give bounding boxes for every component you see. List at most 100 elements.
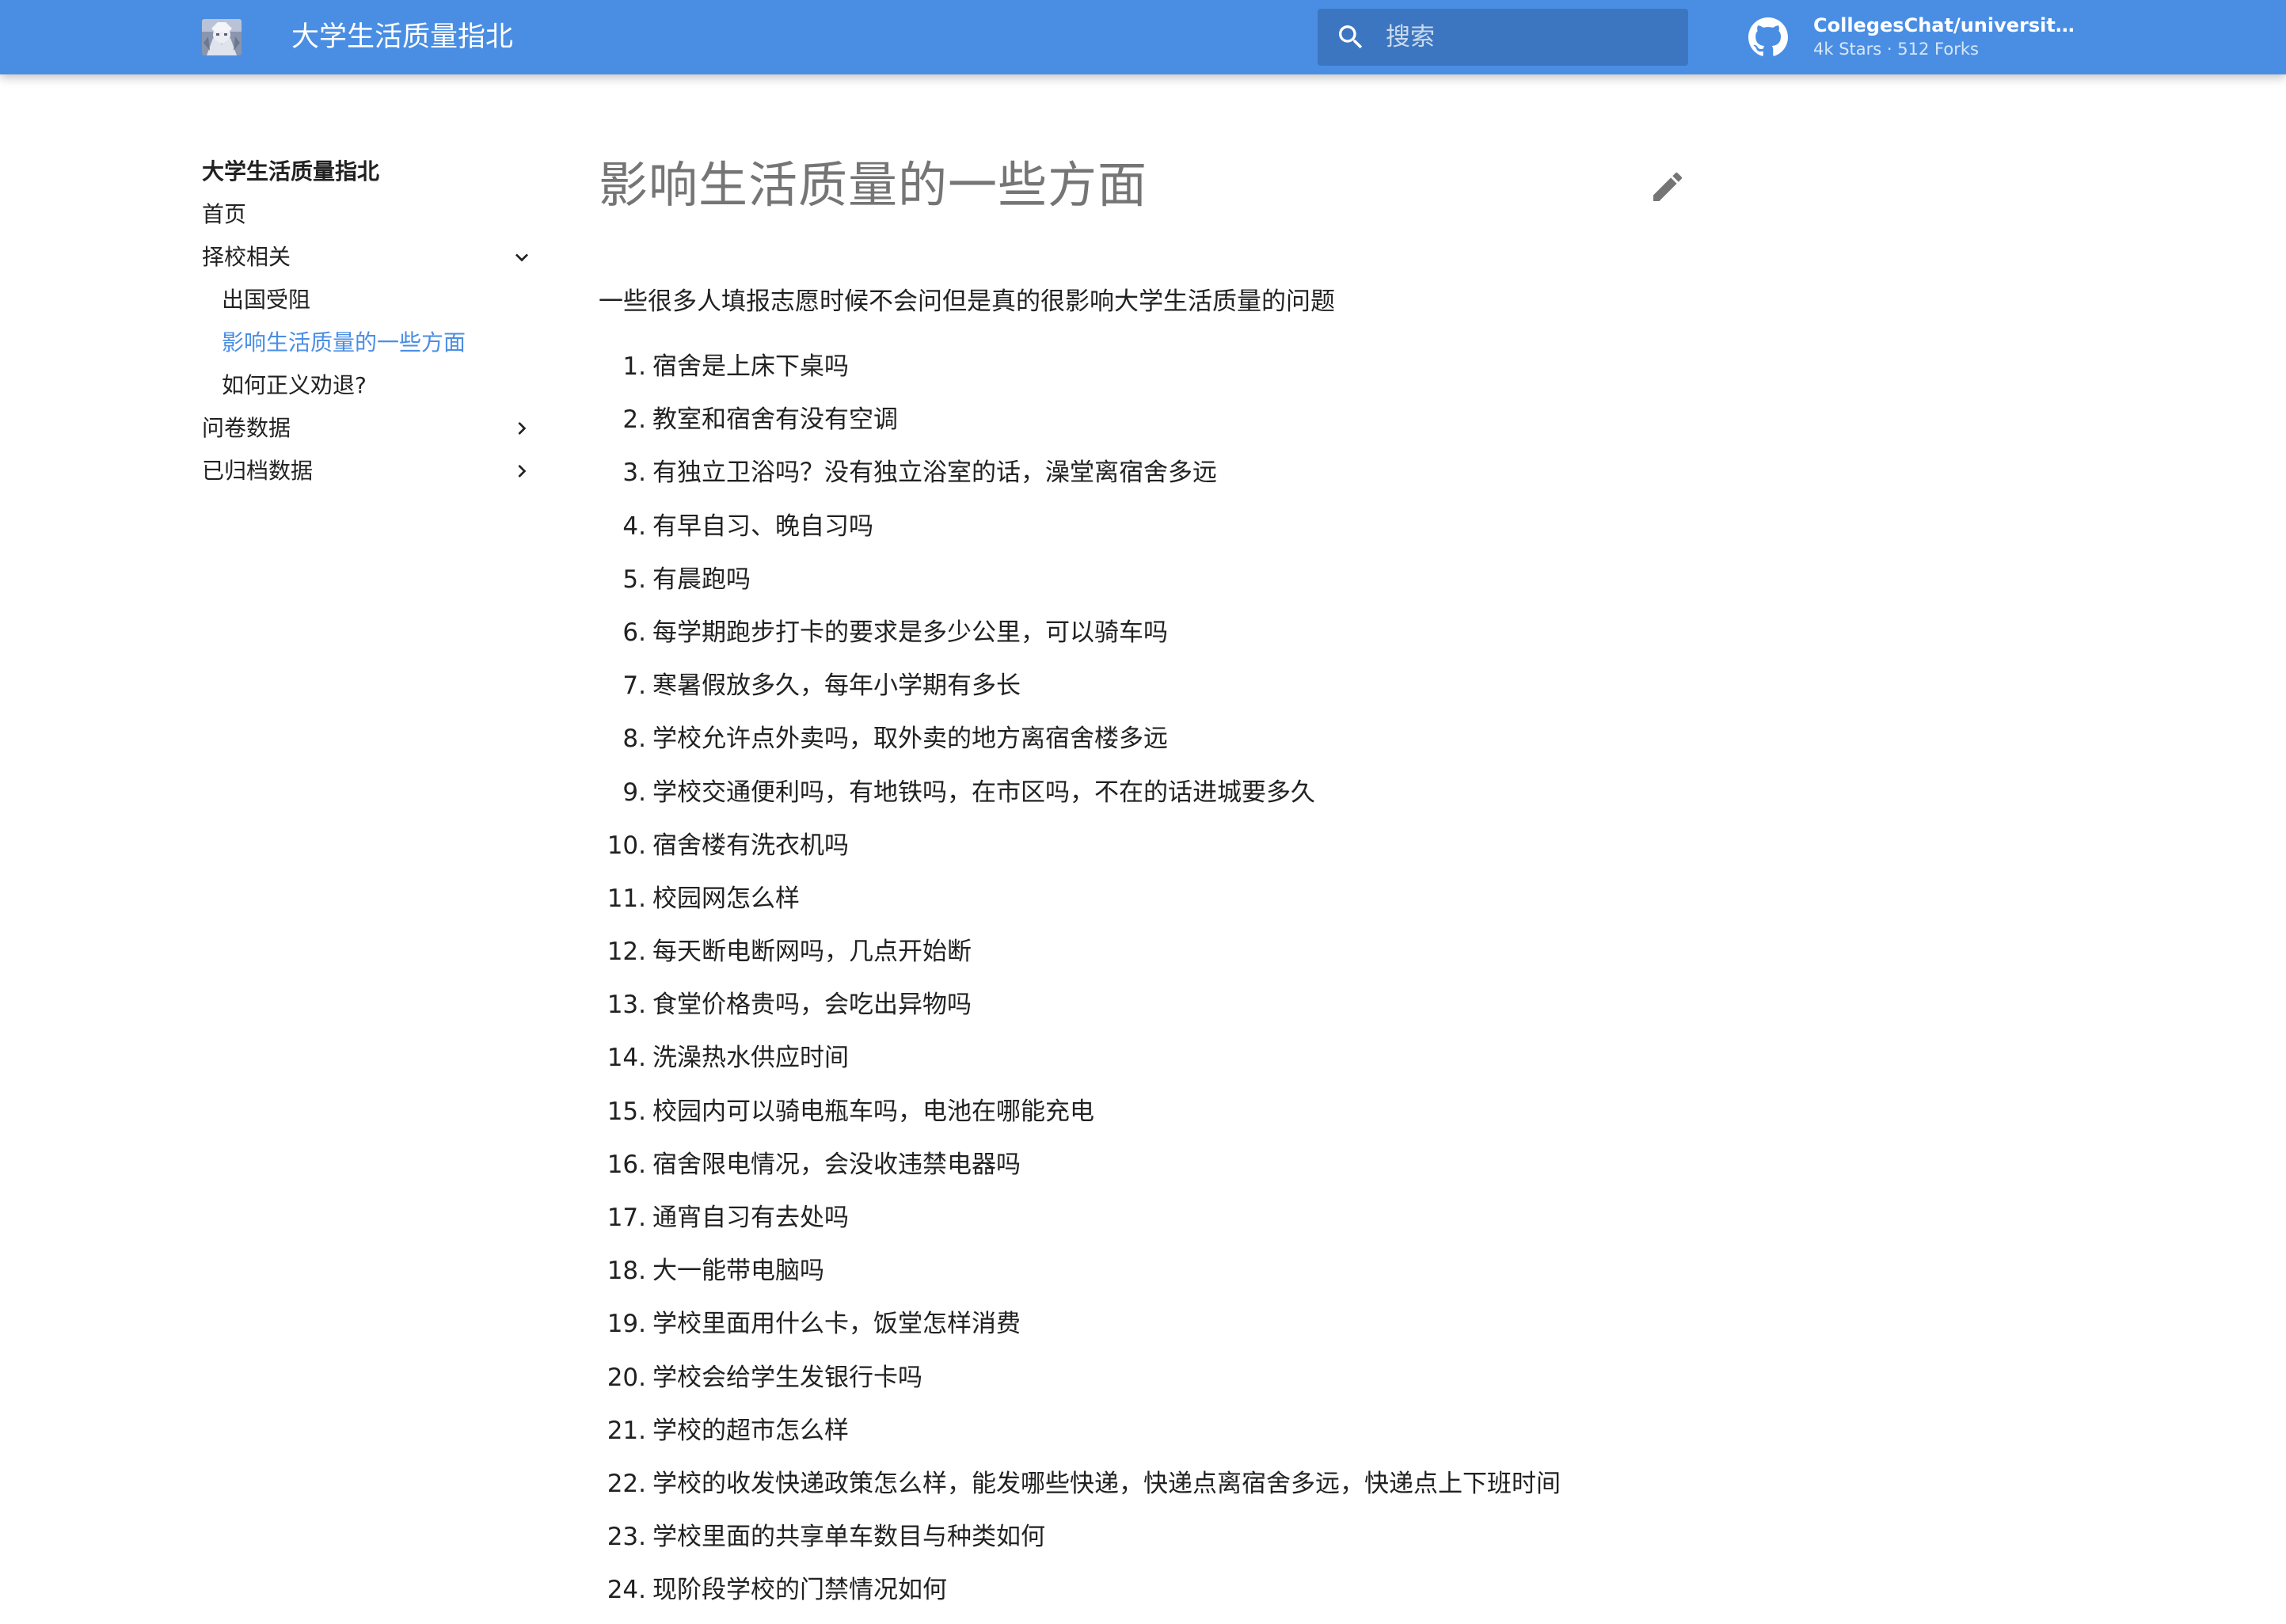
chevron-down-icon[interactable] <box>509 245 534 270</box>
list-item: 14. 洗澡热水供应时间 <box>599 1038 1707 1091</box>
github-icon <box>1748 17 1788 56</box>
list-item: 4. 有早自习、晚自习吗 <box>599 507 1707 560</box>
list-item: 21. 学校的超市怎么样 <box>599 1411 1707 1464</box>
list-item-text: 通宵自习有去处吗 <box>652 1204 849 1232</box>
list-item: 7. 寒暑假放多久，每年小学期有多长 <box>599 666 1707 719</box>
list-item: 6. 每学期跑步打卡的要求是多少公里，可以骑车吗 <box>599 613 1707 666</box>
sidebar-nav: 大学生活质量指北 首页 择校相关 出国受阻 影响生活质量的一些方面 如何正义劝退… <box>202 150 534 493</box>
list-item-text: 每天断电断网吗，几点开始断 <box>652 938 972 967</box>
sidebar-item-label: 问卷数据 <box>202 415 291 441</box>
repo-forks: 512 Forks <box>1897 40 1979 59</box>
list-item: 22. 学校的收发快递政策怎么样，能发哪些快递，快递点离宿舍多远，快递点上下班时间 <box>599 1464 1707 1517</box>
site-title[interactable]: 大学生活质量指北 <box>291 17 513 57</box>
list-item-number: 14. <box>607 1044 646 1073</box>
list-item: 11. 校园网怎么样 <box>599 879 1707 932</box>
list-item-number: 3. <box>622 458 646 488</box>
chevron-right-icon[interactable] <box>509 416 534 441</box>
list-item-text: 学校交通便利吗，有地铁吗，在市区吗，不在的话进城要多久 <box>652 778 1315 807</box>
sidebar-item-label: 首页 <box>202 201 247 227</box>
chevron-right-icon[interactable] <box>509 458 534 484</box>
list-item-number: 19. <box>607 1310 646 1339</box>
sidebar-item-label: 择校相关 <box>202 244 291 270</box>
list-item-text: 寒暑假放多久，每年小学期有多长 <box>652 671 1021 701</box>
list-item-text: 学校里面用什么卡，饭堂怎样消费 <box>652 1310 1021 1339</box>
list-item: 20. 学校会给学生发银行卡吗 <box>599 1358 1707 1411</box>
sidebar-item-label: 如何正义劝退? <box>222 372 367 398</box>
list-item: 8. 学校允许点外卖吗，取外卖的地方离宿舍楼多远 <box>599 719 1707 772</box>
intro-paragraph: 一些很多人填报志愿时候不会问但是真的很影响大学生活质量的问题 <box>599 287 1335 316</box>
list-item-text: 每学期跑步打卡的要求是多少公里，可以骑车吗 <box>652 618 1168 647</box>
list-item: 16. 宿舍限电情况，会没收违禁电器吗 <box>599 1145 1707 1198</box>
sidebar-item-label: 已归档数据 <box>202 458 314 484</box>
list-item-text: 食堂价格贵吗，会吃出异物吗 <box>652 991 972 1020</box>
sidebar-item-survey-data[interactable]: 问卷数据 <box>202 407 534 450</box>
list-item-number: 13. <box>607 991 646 1020</box>
question-list: 1. 宿舍是上床下桌吗 2. 教室和宿舍有没有空调 3. 有独立卫浴吗？没有独立浴室的… <box>599 347 1707 1624</box>
list-item-number: 18. <box>607 1257 646 1286</box>
sidebar-title: 大学生活质量指北 <box>202 158 380 184</box>
list-item-text: 宿舍限电情况，会没收违禁电器吗 <box>652 1150 1021 1179</box>
list-item-text: 现阶段学校的门禁情况如何 <box>652 1576 947 1605</box>
sidebar-item-how-to-dissuade[interactable]: 如何正义劝退? <box>202 364 534 407</box>
list-item-number: 6. <box>622 618 646 647</box>
list-item-text: 大一能带电脑吗 <box>652 1257 824 1286</box>
list-item-number: 11. <box>607 884 646 913</box>
site-logo[interactable] <box>202 19 242 55</box>
list-item: 12. 每天断电断网吗，几点开始断 <box>599 932 1707 985</box>
list-item-number: 8. <box>622 725 646 754</box>
repo-facts: 4k Stars · 512 Forks <box>1813 38 1979 60</box>
list-item-text: 洗澡热水供应时间 <box>652 1044 849 1073</box>
list-item: 24. 现阶段学校的门禁情况如何 <box>599 1570 1707 1623</box>
repo-link[interactable]: CollegesChat/university-in... 4k Stars ·… <box>1748 11 2083 63</box>
list-item: 2. 教室和宿舍有没有空调 <box>599 400 1707 453</box>
list-item: 13. 食堂价格贵吗，会吃出异物吗 <box>599 985 1707 1038</box>
list-item: 10. 宿舍楼有洗衣机吗 <box>599 826 1707 879</box>
list-item-text: 学校会给学生发银行卡吗 <box>652 1363 922 1392</box>
list-item-number: 24. <box>607 1576 646 1605</box>
list-item-text: 校园内可以骑电瓶车吗，电池在哪能充电 <box>652 1097 1094 1126</box>
list-item-number: 4. <box>622 512 646 541</box>
list-item-number: 17. <box>607 1204 646 1232</box>
page-title: 影响生活质量的一些方面 <box>599 156 1148 214</box>
content-header: 影响生活质量的一些方面 <box>599 147 1691 223</box>
list-item-text: 校园网怎么样 <box>652 884 800 913</box>
list-item-text: 有独立卫浴吗？没有独立浴室的话，澡堂离宿舍多远 <box>652 458 1217 488</box>
list-item: 5. 有晨跑吗 <box>599 560 1707 613</box>
list-item-number: 12. <box>607 938 646 967</box>
list-item-number: 5. <box>622 565 646 594</box>
sidebar-item-label: 影响生活质量的一些方面 <box>222 329 466 356</box>
sidebar-item-home[interactable]: 首页 <box>202 193 534 236</box>
list-item: 3. 有独立卫浴吗？没有独立浴室的话，澡堂离宿舍多远 <box>599 453 1707 506</box>
list-item: 19. 学校里面用什么卡，饭堂怎样消费 <box>599 1304 1707 1357</box>
search-box[interactable] <box>1318 9 1688 66</box>
repo-name[interactable]: CollegesChat/university-in... <box>1813 13 2083 38</box>
search-icon[interactable] <box>1335 21 1367 53</box>
list-item-number: 23. <box>607 1523 646 1552</box>
list-item-text: 有晨跑吗 <box>652 565 751 594</box>
list-item: 9. 学校交通便利吗，有地铁吗，在市区吗，不在的话进城要多久 <box>599 773 1707 826</box>
list-item-number: 7. <box>622 671 646 701</box>
edit-icon[interactable] <box>1649 168 1687 206</box>
list-item-text: 学校的收发快递政策怎么样，能发哪些快递，快递点离宿舍多远，快递点上下班时间 <box>652 1469 1561 1498</box>
list-item: 15. 校园内可以骑电瓶车吗，电池在哪能充电 <box>599 1092 1707 1145</box>
sidebar-item-archived-data[interactable]: 已归档数据 <box>202 450 534 493</box>
list-item-number: 20. <box>607 1363 646 1392</box>
list-item-text: 有早自习、晚自习吗 <box>652 512 873 541</box>
list-item-number: 21. <box>607 1416 646 1445</box>
list-item-text: 教室和宿舍有没有空调 <box>652 405 898 435</box>
list-item: 1. 宿舍是上床下桌吗 <box>599 347 1707 400</box>
list-item-text: 学校允许点外卖吗，取外卖的地方离宿舍楼多远 <box>652 725 1168 754</box>
list-item-number: 9. <box>622 778 646 807</box>
list-item: 17. 通宵自习有去处吗 <box>599 1198 1707 1251</box>
list-item-number: 1. <box>622 352 646 381</box>
search-input[interactable] <box>1386 9 1671 66</box>
sidebar-item-life-quality-aspects[interactable]: 影响生活质量的一些方面 <box>202 321 534 364</box>
header: 大学生活质量指北 CollegesChat/university-in... 4… <box>0 0 2286 74</box>
list-item-number: 22. <box>607 1469 646 1498</box>
repo-stars: 4k Stars <box>1813 40 1882 59</box>
sidebar-item-label: 出国受阻 <box>222 287 311 313</box>
list-item-number: 2. <box>622 405 646 435</box>
list-item-number: 15. <box>607 1097 646 1126</box>
sidebar-item-school-selection[interactable]: 择校相关 <box>202 236 534 279</box>
sidebar-item-study-abroad-blocked[interactable]: 出国受阻 <box>202 279 534 321</box>
